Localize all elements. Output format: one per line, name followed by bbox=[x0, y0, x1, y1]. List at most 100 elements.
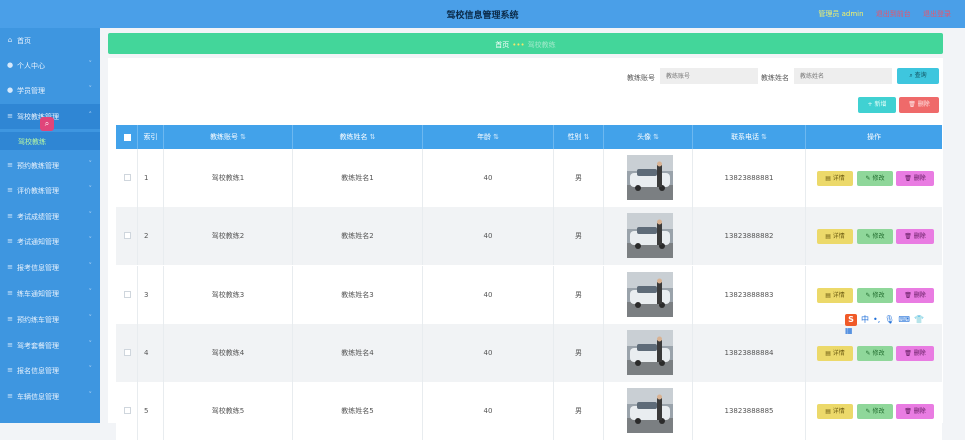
skin-icon[interactable]: 👕 bbox=[914, 315, 924, 324]
row-checkbox[interactable] bbox=[124, 232, 131, 239]
sidebar-item-6[interactable]: ≡ 评价教练管理 ˅ bbox=[0, 178, 100, 203]
batch-delete-label: 删除 bbox=[917, 101, 930, 108]
header-name-text: 教练姓名 bbox=[339, 133, 368, 141]
detail-button[interactable]: ▤ 详情 bbox=[817, 171, 853, 186]
header-gender-main[interactable]: 性别 ⇅ bbox=[554, 125, 604, 149]
sidebar-item-13[interactable]: ≡ 报名信息管理 ˅ bbox=[0, 358, 100, 383]
breadcrumb-home[interactable]: 首页 bbox=[495, 41, 509, 49]
breadcrumb-current: 驾校教练 bbox=[527, 41, 556, 49]
coach-avatar-photo[interactable] bbox=[627, 155, 673, 200]
sidebar-item-11[interactable]: ≡ 预约练车管理 ˅ bbox=[0, 307, 100, 332]
row-select-cell bbox=[116, 207, 138, 265]
delete-button[interactable]: 🗑 删除 bbox=[896, 404, 934, 419]
header-photo-cell[interactable]: 头像 ⇅ bbox=[604, 125, 693, 149]
list-icon: ≡ bbox=[7, 315, 13, 323]
sidebar-item-14[interactable]: ≡ 车辆信息管理 ˅ bbox=[0, 384, 100, 409]
query-button[interactable]: ⌕ 查询 bbox=[897, 68, 939, 84]
detail-button[interactable]: ▤ 详情 bbox=[817, 404, 853, 419]
header-select-all-cell[interactable] bbox=[116, 125, 138, 149]
row-checkbox[interactable] bbox=[124, 291, 131, 298]
user-icon: ● bbox=[6, 86, 14, 94]
coach-avatar-photo[interactable] bbox=[627, 213, 673, 258]
cell-gender: 男 bbox=[554, 382, 604, 440]
row-checkbox[interactable] bbox=[124, 349, 131, 356]
punctuation-icon[interactable]: •, bbox=[873, 315, 880, 324]
cell-phone: 13823888883 bbox=[693, 266, 806, 324]
detail-button[interactable]: ▤ 详情 bbox=[817, 346, 853, 361]
trash-icon: 🗑 bbox=[904, 408, 914, 415]
sidebar-item-9[interactable]: ≡ 报考信息管理 ˅ bbox=[0, 255, 100, 280]
sidebar-item-7[interactable]: ≡ 考试成绩管理 ˅ bbox=[0, 204, 100, 229]
table-row[interactable]: 2 驾校教练2 教练姓名2 40 男 13823888882 ▤ 详情 ✎ 修改 🗑 删除 bbox=[116, 207, 942, 265]
search-icon[interactable]: ⌕ bbox=[40, 117, 54, 131]
chevron-down-icon: ˅ bbox=[88, 185, 93, 193]
chevron-down-icon: ˅ bbox=[88, 314, 93, 322]
microphone-icon[interactable]: 🎙 bbox=[884, 315, 894, 324]
header-name-cell[interactable]: 教练姓名 ⇅ bbox=[293, 125, 423, 149]
coach-avatar-photo[interactable] bbox=[627, 330, 673, 375]
search-input-name[interactable] bbox=[794, 68, 892, 84]
toolbox-icon[interactable]: ▦ bbox=[845, 326, 853, 335]
sidebar-item-8[interactable]: ≡ 考试通知管理 ˅ bbox=[0, 229, 100, 254]
keyboard-icon[interactable]: ⌨ bbox=[898, 315, 910, 324]
coach-avatar-photo[interactable] bbox=[627, 388, 673, 433]
search-input-account[interactable] bbox=[660, 68, 758, 84]
ime-mode[interactable]: 中 bbox=[861, 315, 869, 324]
delete-button[interactable]: 🗑 删除 bbox=[896, 346, 934, 361]
delete-button[interactable]: 🗑 删除 bbox=[896, 171, 934, 186]
batch-delete-button[interactable]: 🗑 删除 bbox=[899, 97, 939, 113]
edit-button-label: 修改 bbox=[872, 292, 885, 299]
cell-account: 驾校教练4 bbox=[164, 324, 293, 382]
sidebar-item-12[interactable]: ≡ 驾考套餐管理 ˅ bbox=[0, 333, 100, 358]
header-actions-cell: 操作 bbox=[806, 125, 942, 149]
delete-button[interactable]: 🗑 删除 bbox=[896, 229, 934, 244]
table-row[interactable]: 5 驾校教练5 教练姓名5 40 男 13823888885 ▤ 详情 ✎ 修改 🗑 删除 bbox=[116, 382, 942, 440]
table-row[interactable]: 3 驾校教练3 教练姓名3 40 男 13823888883 ▤ 详情 ✎ 修改 🗑 删除 bbox=[116, 266, 942, 324]
header-phone-cell[interactable]: 联系电话 ⇅ bbox=[693, 125, 806, 149]
row-select-cell bbox=[116, 382, 138, 440]
header-age-cell[interactable]: 年龄 ⇅ bbox=[423, 125, 554, 149]
list-icon: ≡ bbox=[7, 186, 13, 194]
sidebar-item-label: 报考信息管理 bbox=[17, 264, 59, 272]
detail-button-label: 详情 bbox=[832, 292, 845, 299]
sidebar-item-3[interactable]: ● 学员管理 ˅ bbox=[0, 78, 100, 103]
logout-link[interactable]: 退出登录 bbox=[923, 10, 951, 18]
select-all-checkbox[interactable] bbox=[124, 134, 131, 141]
chevron-down-icon: ˅ bbox=[88, 236, 93, 244]
doc-icon: ▤ bbox=[825, 233, 833, 240]
edit-button[interactable]: ✎ 修改 bbox=[857, 229, 893, 244]
row-checkbox[interactable] bbox=[124, 407, 131, 414]
back-front-link[interactable]: 退出到前台 bbox=[876, 10, 911, 18]
detail-button[interactable]: ▤ 详情 bbox=[817, 288, 853, 303]
coach-avatar-photo[interactable] bbox=[627, 272, 673, 317]
sidebar-item-10[interactable]: ≡ 练车通知管理 ˅ bbox=[0, 281, 100, 306]
user-icon: ● bbox=[6, 61, 14, 69]
chevron-down-icon: ˅ bbox=[88, 160, 93, 168]
sidebar-item-label: 预约练车管理 bbox=[17, 316, 59, 324]
sidebar-item-1[interactable]: ⌂ 首页 bbox=[0, 28, 100, 53]
edit-button[interactable]: ✎ 修改 bbox=[857, 346, 893, 361]
cell-name: 教练姓名1 bbox=[293, 149, 423, 207]
sort-icon: ⇅ bbox=[761, 133, 767, 141]
cell-age: 40 bbox=[423, 266, 554, 324]
ime-toolbar[interactable]: S 中 •, 🎙 ⌨ 👕 ▦ bbox=[845, 314, 933, 335]
table-row[interactable]: 4 驾校教练4 教练姓名4 40 男 13823888884 ▤ 详情 ✎ 修改 🗑 删除 bbox=[116, 324, 942, 382]
sidebar-item-2[interactable]: ● 个人中心 ˅ bbox=[0, 53, 100, 78]
header-account-cell[interactable]: 教练账号 ⇅ bbox=[164, 125, 293, 149]
edit-button[interactable]: ✎ 修改 bbox=[857, 288, 893, 303]
edit-button[interactable]: ✎ 修改 bbox=[857, 404, 893, 419]
add-label: 新增 bbox=[874, 101, 887, 108]
cell-name: 教练姓名3 bbox=[293, 266, 423, 324]
table-row[interactable]: 1 驾校教练1 教练姓名1 40 男 13823888881 ▤ 详情 ✎ 修改 🗑 删除 bbox=[116, 149, 942, 207]
edit-button[interactable]: ✎ 修改 bbox=[857, 171, 893, 186]
detail-button[interactable]: ▤ 详情 bbox=[817, 229, 853, 244]
list-icon: ≡ bbox=[7, 341, 13, 349]
breadcrumb: 首页 ••• 驾校教练 bbox=[108, 33, 943, 54]
row-checkbox[interactable] bbox=[124, 174, 131, 181]
sidebar-subitem-coach[interactable]: 驾校教练 bbox=[0, 132, 100, 150]
delete-button[interactable]: 🗑 删除 bbox=[896, 288, 934, 303]
add-button[interactable]: + 新增 bbox=[858, 97, 896, 113]
trash-icon: 🗑 bbox=[908, 101, 918, 108]
cell-account: 驾校教练2 bbox=[164, 207, 293, 265]
sidebar-item-5[interactable]: ≡ 预约教练管理 ˅ bbox=[0, 153, 100, 178]
